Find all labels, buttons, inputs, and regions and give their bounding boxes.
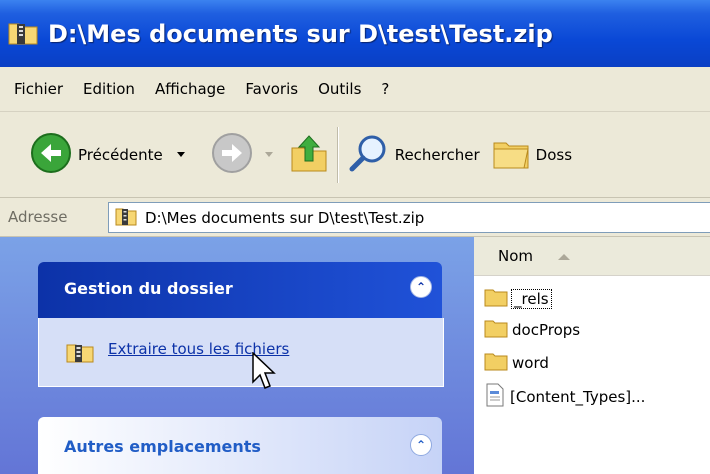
toolbar-separator <box>336 126 339 183</box>
folder-icon <box>484 318 508 342</box>
file-name: [Content_Types]... <box>510 388 646 406</box>
search-button[interactable]: Rechercher <box>347 132 480 178</box>
folders-icon <box>492 135 530 175</box>
menu-fichier[interactable]: Fichier <box>14 80 63 98</box>
folder-icon <box>484 351 508 375</box>
zip-folder-icon <box>8 19 38 49</box>
file-row[interactable]: word <box>484 349 549 377</box>
sort-ascending-icon <box>558 254 570 260</box>
folder-up-icon <box>289 132 329 178</box>
column-header-label: Nom <box>498 247 534 265</box>
menu-bar: Fichier Edition Affichage Favoris Outils… <box>0 67 710 112</box>
zip-folder-icon <box>66 341 94 367</box>
collapse-chevron-icon[interactable]: ⌃ <box>410 276 432 298</box>
address-input[interactable]: D:\Mes documents sur D\test\Test.zip <box>108 202 710 233</box>
search-icon <box>347 132 389 178</box>
forward-arrow-icon <box>211 132 253 178</box>
file-name: word <box>512 354 549 372</box>
mouse-cursor-icon <box>252 351 276 396</box>
task-pane: Gestion du dossier ⌃ Extraire tous les f… <box>0 237 474 474</box>
folder-tasks-title: Gestion du dossier <box>64 279 233 298</box>
folders-button[interactable]: Doss <box>492 135 572 175</box>
menu-affichage[interactable]: Affichage <box>155 80 225 98</box>
folder-icon <box>484 287 508 311</box>
column-header-name[interactable]: Nom <box>474 237 710 276</box>
back-history-dropdown[interactable] <box>176 152 185 157</box>
zip-folder-icon <box>115 206 137 230</box>
menu-outils[interactable]: Outils <box>318 80 361 98</box>
file-name: docProps <box>512 321 581 339</box>
toolbar: Précédente Rechercher Doss <box>0 112 710 198</box>
forward-history-dropdown[interactable] <box>264 152 273 157</box>
back-label: Précédente <box>78 145 163 164</box>
menu-favoris[interactable]: Favoris <box>245 80 298 98</box>
title-bar[interactable]: D:\Mes documents sur D\test\Test.zip <box>0 0 710 67</box>
file-name: _rels <box>511 289 552 309</box>
menu-edition[interactable]: Edition <box>83 80 135 98</box>
search-label: Rechercher <box>394 145 480 164</box>
back-button[interactable]: Précédente <box>30 132 163 178</box>
back-arrow-icon <box>30 132 72 178</box>
collapse-chevron-icon[interactable]: ⌃ <box>410 434 432 456</box>
address-bar: Adresse D:\Mes documents sur D\test\Test… <box>0 198 710 237</box>
up-button[interactable] <box>289 132 329 178</box>
menu-help[interactable]: ? <box>381 80 389 98</box>
forward-button[interactable] <box>211 132 253 178</box>
address-label: Adresse <box>8 208 68 226</box>
folders-label: Doss <box>535 145 573 164</box>
file-row[interactable]: docProps <box>484 316 580 344</box>
folder-tasks-header[interactable]: Gestion du dossier ⌃ <box>38 262 442 318</box>
xml-document-icon <box>484 383 506 411</box>
other-places-header[interactable]: Autres emplacements ⌃ <box>38 417 442 474</box>
file-row[interactable]: [Content_Types]... <box>484 383 645 411</box>
other-places-title: Autres emplacements <box>64 437 261 456</box>
file-row[interactable]: _rels <box>484 285 552 313</box>
window-title: D:\Mes documents sur D\test\Test.zip <box>48 19 553 48</box>
address-value: D:\Mes documents sur D\test\Test.zip <box>145 208 425 227</box>
file-list: Nom _rels docProps word [Content_Types].… <box>474 237 710 474</box>
